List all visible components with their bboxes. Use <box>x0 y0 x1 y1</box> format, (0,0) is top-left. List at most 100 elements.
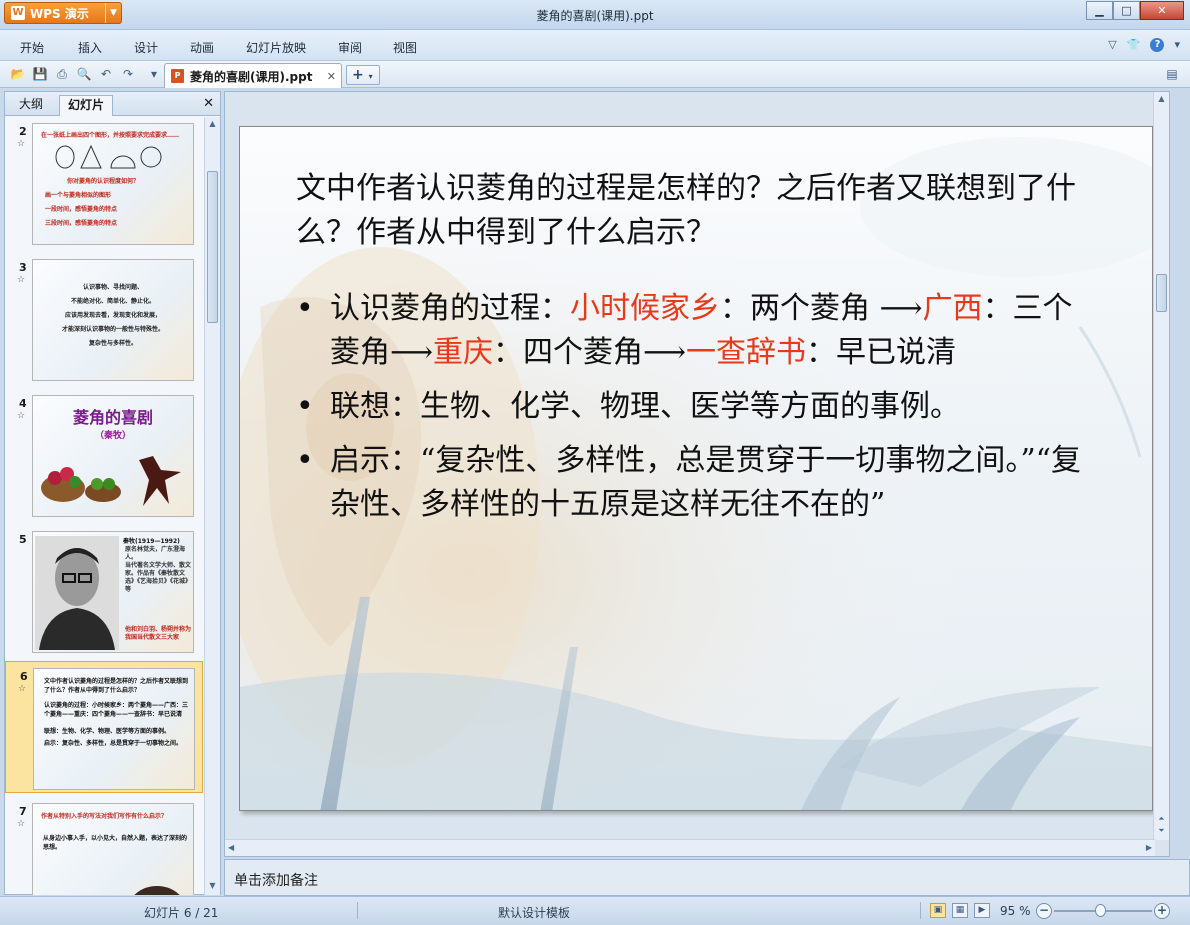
thumbnail-slide-5[interactable]: 5 秦牧(1919—1992) 原名林觉夫，广东澄海人。 当代著名文学大师、散文… <box>5 525 203 657</box>
thumbnail-slide-2[interactable]: 2 ☆ 在一张纸上画出四个图形，并按照要求完成要求…… 你对菱角的认识程度如何？… <box>5 117 203 249</box>
scroll-up-icon[interactable]: ▲ <box>1154 94 1169 106</box>
ppt-file-icon: P <box>171 69 184 83</box>
thumb-text: 你对菱角的认识程度如何？ <box>67 178 140 185</box>
slide-number: 7 <box>19 805 27 818</box>
thumbnail-slide-6[interactable]: 6 ☆ 文中作者认识菱角的过程是怎样的？之后作者又联想到了什么？作者从中得到了什… <box>5 661 203 793</box>
slide-thumbnail: 认识事物、寻找问题、 不能绝对化、简单化、静止化。 应该用发现去看，发现变化和发… <box>32 259 194 381</box>
design-template-name: 默认设计模板 <box>498 906 571 920</box>
slide-thumbnail: 作者从特别入手的写法对我们写作有什么启示？ 从身边小事入手，以小见大，自然入题，… <box>32 803 194 895</box>
thumb-text: 三段时间，感悟菱角的特点 <box>45 220 118 227</box>
bullet-insight: 启示：“复杂性、多样性，总是贯穿于一切事物之间。”“复杂性、多样性的十五原是这样… <box>296 439 1096 527</box>
thumb-text: 他和刘白羽、杨朔并称为我国当代散文三大家 <box>125 626 192 641</box>
help-icon[interactable]: ? <box>1150 38 1165 52</box>
collapse-ribbon-icon[interactable]: ▽ <box>1108 38 1116 52</box>
slide-editing-area: 文中作者认识菱角的过程是怎样的？之后作者又联想到了什么？作者从中得到了什么启示？… <box>224 91 1170 857</box>
arrow-icon: ⟶ <box>390 335 434 370</box>
thumb-text: 联想：生物、化学、物理、医学等方面的事例。 <box>44 728 171 735</box>
document-tab[interactable]: P 菱角的喜剧(课用).ppt ✕ <box>164 63 342 88</box>
scroll-down-icon[interactable]: ▼ <box>205 881 220 893</box>
thumb-text: 认识事物、寻找问题、 <box>82 284 143 291</box>
open-folder-icon[interactable]: 📂 <box>10 66 26 82</box>
zoom-slider-handle[interactable] <box>1095 904 1106 917</box>
thumb-text: 认识菱角的过程：小时候家乡：两个菱角——广西：三个菱角——重庆：四个菱角——一查… <box>44 702 189 718</box>
customize-toolbar-icon[interactable]: ▾ <box>146 66 162 82</box>
scroll-thumb[interactable] <box>207 171 218 323</box>
close-button[interactable]: ✕ <box>1140 1 1184 20</box>
window-title: 菱角的喜剧(课用).ppt <box>536 9 654 23</box>
menu-review[interactable]: 审阅 <box>338 39 362 56</box>
print-icon[interactable]: ⎙ <box>54 66 70 82</box>
tab-outline[interactable]: 大纲 <box>11 95 51 116</box>
scroll-right-icon[interactable]: ▶ <box>1146 843 1152 852</box>
bullet-text: ：四个菱角 <box>493 335 644 370</box>
bullet-text: ：早已说清 <box>806 335 957 370</box>
new-tab-button[interactable]: + ▾ <box>346 65 380 85</box>
thumbnail-slide-3[interactable]: 3 ☆ 认识事物、寻找问题、 不能绝对化、简单化、静止化。 应该用发现去看，发现… <box>5 253 203 385</box>
thumbnail-scrollbar[interactable]: ▲ ▼ <box>204 117 220 895</box>
thumb-text: 一段时间，感悟菱角的特点 <box>45 206 118 213</box>
menu-design[interactable]: 设计 <box>134 39 158 56</box>
slide-sorter-icon[interactable]: ▦ <box>952 903 968 918</box>
zoom-in-icon[interactable]: + <box>1154 903 1170 919</box>
new-tab-label: + <box>352 67 364 83</box>
highlight-chongqing: 重庆 <box>433 335 494 370</box>
tab-slides[interactable]: 幻灯片 <box>59 95 114 116</box>
menu-slideshow[interactable]: 幻灯片放映 <box>246 39 306 56</box>
thumb-subtitle: （秦牧） <box>94 431 131 441</box>
previous-slide-icon[interactable]: ⏶ <box>1154 814 1169 826</box>
slide-thumbnail: 在一张纸上画出四个图形，并按照要求完成要求…… 你对菱角的认识程度如何？ 画一个… <box>32 123 194 245</box>
slide-body[interactable]: 认识菱角的过程：小时候家乡：两个菱角 ⟶广西：三个菱角⟶重庆：四个菱角⟶一查辞书… <box>296 287 1096 537</box>
animation-star-icon: ☆ <box>17 819 26 829</box>
arrow-icon: ⟶ <box>879 291 923 326</box>
thumb-text: 才能深刻认识事物的一般性与特殊性。 <box>61 326 164 333</box>
normal-view-icon[interactable]: ▣ <box>930 903 946 918</box>
slide-number: 5 <box>19 533 27 546</box>
bullet-process: 认识菱角的过程：小时候家乡：两个菱角 ⟶广西：三个菱角⟶重庆：四个菱角⟶一查辞书… <box>296 287 1096 375</box>
zoom-out-icon[interactable]: − <box>1036 903 1052 919</box>
bullet-label: 认识菱角的过程： <box>330 291 570 326</box>
thumbnail-slide-4[interactable]: 4 ☆ 菱角的喜剧 （秦牧） <box>5 389 203 521</box>
status-bar: 幻灯片 6 / 21 默认设计模板 ▣ ▦ ▶ 95 % − + <box>0 896 1190 925</box>
slideshow-view-icon[interactable]: ▶ <box>974 903 990 918</box>
close-tab-icon[interactable]: ✕ <box>327 70 336 83</box>
window-layout-icon[interactable]: ▤ <box>1164 66 1180 82</box>
menu-home[interactable]: 开始 <box>20 39 44 56</box>
menu-animation[interactable]: 动画 <box>190 39 214 56</box>
chevron-down-icon[interactable]: ▾ <box>1174 38 1180 52</box>
water-chestnut-photo-icon <box>41 456 181 506</box>
notes-placeholder: 单击添加备注 <box>234 873 318 889</box>
thumbnail-slide-7[interactable]: 7 ☆ 作者从特别入手的写法对我们写作有什么启示？ 从身边小事入手，以小见大，自… <box>5 797 203 895</box>
highlight-guangxi: 广西 <box>922 291 983 326</box>
slide-thumbnail: 菱角的喜剧 （秦牧） <box>32 395 194 517</box>
current-slide[interactable]: 文中作者认识菱角的过程是怎样的？之后作者又联想到了什么？作者从中得到了什么启示？… <box>239 126 1153 811</box>
thumb-text: 当代著名文学大师、散文家。作品有《秦牧散文选》《艺海拾贝》《花城》等 <box>125 562 192 593</box>
slide-vertical-scrollbar[interactable]: ▲ ⏶ ⏷ <box>1153 92 1169 840</box>
author-portrait-icon <box>35 536 119 650</box>
undo-icon[interactable]: ↶ <box>98 66 114 82</box>
slide-title[interactable]: 文中作者认识菱角的过程是怎样的？之后作者又联想到了什么？作者从中得到了什么启示？ <box>296 167 1096 255</box>
next-slide-icon[interactable]: ⏷ <box>1154 826 1169 838</box>
thumb-text: 不能绝对化、简单化、静止化。 <box>70 298 155 305</box>
close-panel-icon[interactable]: ✕ <box>203 96 214 111</box>
save-icon[interactable]: 💾 <box>32 66 48 82</box>
slide-thumbnail: 文中作者认识菱角的过程是怎样的？之后作者又联想到了什么？作者从中得到了什么启示？… <box>33 668 195 790</box>
notes-pane[interactable]: 单击添加备注 <box>224 859 1190 896</box>
scroll-thumb[interactable] <box>1156 274 1167 312</box>
thumbnail-list: 2 ☆ 在一张纸上画出四个图形，并按照要求完成要求…… 你对菱角的认识程度如何？… <box>5 117 203 895</box>
print-preview-icon[interactable]: 🔍 <box>76 66 92 82</box>
thumb-text: 从身边小事入手，以小见大，自然入题，表达了深刻的思想。 <box>43 835 188 851</box>
thumb-text: 文中作者认识菱角的过程是怎样的？之后作者又联想到了什么？作者从中得到了什么启示？ <box>44 678 189 694</box>
shapes-icon <box>55 144 162 169</box>
thumb-text: 原名林觉夫，广东澄海人。 <box>125 546 186 561</box>
document-tab-label: 菱角的喜剧(课用).ppt <box>190 69 313 84</box>
menu-view[interactable]: 视图 <box>393 39 417 56</box>
skin-shirt-icon[interactable]: 👕 <box>1127 38 1141 52</box>
maximize-button[interactable]: □ <box>1113 1 1140 20</box>
scroll-up-icon[interactable]: ▲ <box>205 119 220 131</box>
redo-icon[interactable]: ↷ <box>120 66 136 82</box>
thumb-text: 复杂性与多样性。 <box>88 340 137 347</box>
minimize-button[interactable]: ▁ <box>1086 1 1113 20</box>
menu-insert[interactable]: 插入 <box>78 39 102 56</box>
slide-horizontal-scrollbar[interactable]: ◀ ▶ <box>225 839 1155 856</box>
scroll-left-icon[interactable]: ◀ <box>228 843 234 852</box>
